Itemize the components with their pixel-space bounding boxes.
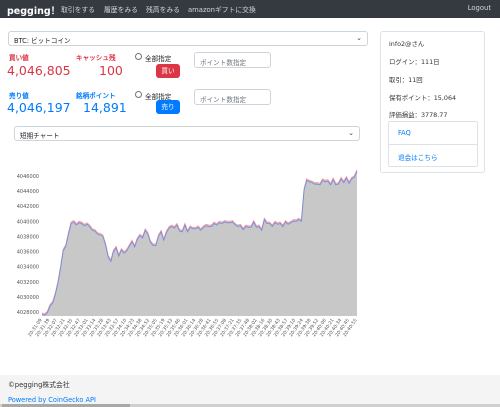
y-tick-label: 4032000 (17, 280, 39, 286)
copyright: ©pegging株式会社 (8, 381, 70, 389)
buy-all-label[interactable]: 全部指定 (145, 53, 171, 63)
sell-all-radio[interactable] (135, 91, 142, 98)
coin-points: 14,891 (83, 100, 127, 115)
chart-type-value: 短期チャート (20, 132, 60, 140)
brand-logo[interactable]: pegging！ (7, 3, 60, 17)
logout-link[interactable]: Logout (468, 4, 491, 12)
coin-select[interactable]: BTC: ビットコイン ⌄ (8, 31, 368, 46)
chevron-down-icon: ⌄ (348, 129, 354, 137)
nav-link-trade[interactable]: 取引をする (61, 4, 95, 14)
y-tick-label: 4042000 (17, 204, 39, 210)
buy-all-radio[interactable] (135, 53, 142, 60)
login-days: ログイン：111日 (389, 58, 440, 66)
links-list: FAQ 退会はこちら (388, 121, 478, 167)
y-tick-label: 4044000 (17, 189, 39, 195)
sell-points-input[interactable]: ポイント数指定 (194, 89, 271, 105)
y-tick-label: 4040000 (17, 219, 39, 225)
price-chart: 4028000 4030000 4032000 4034000 4036000 40380… (17, 169, 359, 338)
faq-link[interactable]: FAQ (389, 122, 477, 144)
user-info-panel: info2@さん ログイン：111日 取引：11回 保有ポイント：15,064 … (380, 31, 485, 173)
coingecko-link[interactable]: Powered by CoinGecko API (8, 396, 96, 404)
chevron-down-icon: ⌄ (356, 34, 362, 42)
valuation-pnl: 評価損益：3778.77 (389, 111, 448, 119)
buy-points-input[interactable]: ポイント数指定 (194, 52, 271, 68)
chart-type-select[interactable]: 短期チャート ⌄ (14, 126, 360, 141)
cash-balance: 100 (99, 63, 123, 78)
cash-balance-label: キャッシュ残 (76, 54, 116, 62)
chart-area-fill (42, 169, 357, 316)
y-tick-label: 4046000 (17, 174, 39, 180)
y-tick-label: 4036000 (17, 250, 39, 256)
holding-points: 保有ポイント：15,064 (389, 94, 457, 102)
coin-select-value: BTC: ビットコイン (14, 37, 71, 45)
sell-button[interactable]: 売り (156, 100, 180, 114)
nav-link-history[interactable]: 履歴をみる (104, 4, 138, 14)
buy-button[interactable]: 買い (156, 64, 180, 78)
trade-count: 取引：11回 (389, 76, 423, 84)
y-tick-label: 4034000 (17, 265, 39, 271)
sell-price: 4,046,197 (7, 100, 71, 115)
user-name: info2@さん (389, 40, 425, 48)
buy-price-label: 買い値 (9, 54, 29, 62)
sell-price-label: 売り値 (9, 92, 29, 100)
y-tick-label: 4028000 (17, 310, 39, 316)
footer: ©pegging株式会社 Powered by CoinGecko API (0, 375, 500, 407)
y-tick-label: 4030000 (17, 295, 39, 301)
navbar: pegging！ 取引をする 履歴をみる 残高をみる amazonギフトに交換 … (0, 0, 500, 18)
nav-link-amazon-gift[interactable]: amazonギフトに交換 (188, 4, 256, 14)
coin-points-label: 銘柄ポイント (76, 92, 116, 100)
unsubscribe-link[interactable]: 退会はこちら (389, 144, 477, 166)
nav-link-balance[interactable]: 残高をみる (146, 4, 180, 14)
y-tick-label: 4038000 (17, 234, 39, 240)
buy-price: 4,046,805 (7, 63, 71, 78)
